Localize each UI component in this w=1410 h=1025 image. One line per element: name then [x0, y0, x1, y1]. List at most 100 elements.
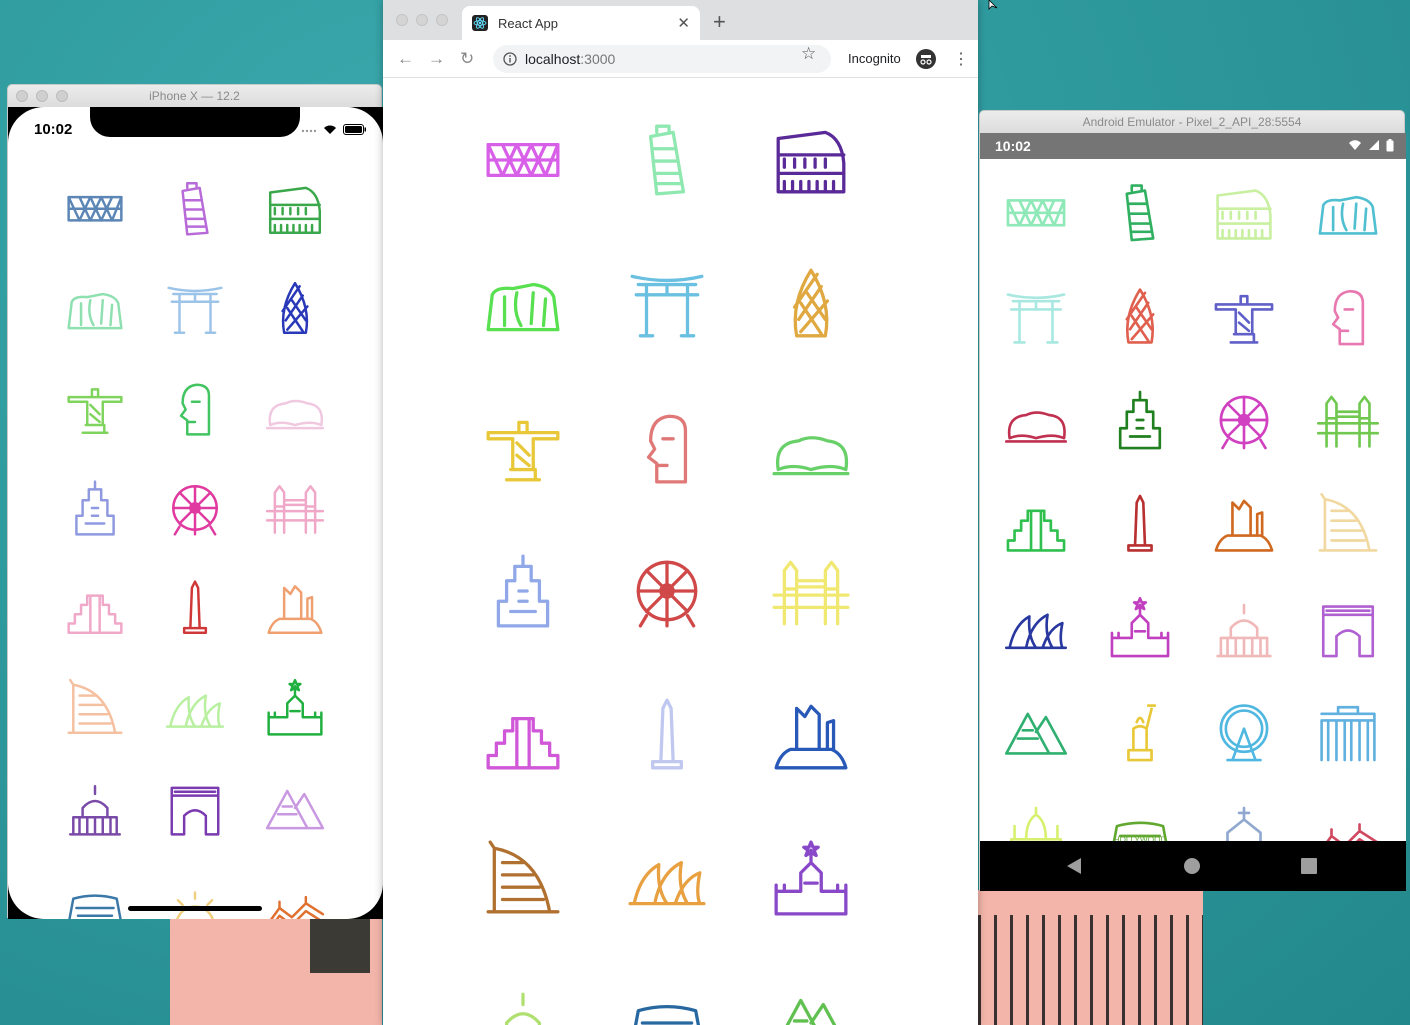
tab-react-app[interactable]: React App ✕	[462, 6, 700, 40]
christ-redeemer-icon-glyph	[1214, 294, 1274, 344]
browser-menu-button[interactable]: ⋮	[953, 49, 969, 69]
ios-simulator-titlebar[interactable]: iPhone X — 12.2	[8, 85, 381, 107]
tower-bridge-icon	[1315, 387, 1381, 453]
sunrise-icon-glyph	[176, 891, 214, 919]
android-emulator-window: Android Emulator - Pixel_2_API_28:5554 1…	[979, 110, 1406, 891]
tab-close-icon[interactable]: ✕	[677, 14, 690, 32]
pyramid-temple-icon-glyph	[486, 716, 560, 770]
capitol-icon-glyph	[1216, 603, 1272, 658]
close-window-button[interactable]	[396, 14, 408, 26]
sydney-opera-icon-glyph	[628, 860, 706, 906]
pyramid-temple-icon-glyph	[1006, 509, 1066, 552]
empire-state-icon-glyph	[75, 480, 115, 536]
rock-arch-icon-glyph	[267, 585, 323, 635]
gherkin-tower-icon-glyph	[1125, 288, 1155, 344]
minimize-window-button[interactable]	[416, 14, 428, 26]
pyramid-temple-icon	[64, 577, 126, 639]
burj-al-arab-icon-glyph	[486, 840, 560, 914]
uluru-icon	[482, 262, 564, 344]
window-controls	[396, 14, 448, 26]
rock-arch-icon-glyph	[774, 704, 848, 770]
browser-window: React App ✕ + ← → ↻ localhost:3000 ☆ Inc…	[383, 0, 978, 1025]
church-icon-glyph	[1226, 806, 1262, 841]
cloud-gate-icon	[770, 406, 852, 488]
rock-arch-icon-glyph	[1214, 499, 1274, 552]
zoom-window-button[interactable]	[436, 14, 448, 26]
incognito-label: Incognito	[848, 51, 901, 66]
christ-redeemer-icon	[1211, 283, 1277, 349]
incognito-indicator[interactable]: Incognito	[848, 51, 901, 66]
forward-button[interactable]: →	[428, 49, 445, 69]
android-screen: HOLLYWOOD	[980, 159, 1406, 841]
iphone-device: 10:02	[8, 107, 383, 919]
browser-tabstrip: React App ✕ +	[383, 0, 978, 40]
sunrise-icon	[164, 877, 226, 919]
obelisk-icon	[626, 694, 708, 776]
atomium-icon	[1211, 387, 1277, 453]
hollywood-sign-icon-glyph	[633, 1004, 701, 1025]
new-tab-button[interactable]: +	[713, 9, 726, 35]
home-indicator[interactable]	[128, 906, 262, 911]
back-button[interactable]: ←	[397, 49, 414, 69]
android-emulator-titlebar[interactable]: Android Emulator - Pixel_2_API_28:5554	[980, 111, 1404, 133]
pyramids-icon-glyph	[265, 789, 325, 830]
pyramid-temple-icon-glyph	[67, 594, 123, 635]
taj-mahal-icon	[1003, 803, 1069, 841]
sydney-opera-icon	[626, 838, 708, 920]
pyramids-icon-glyph	[1004, 712, 1068, 755]
rock-arch-icon	[1211, 491, 1277, 557]
bookmark-star-icon[interactable]: ☆	[801, 44, 816, 64]
kremlin-icon	[1107, 595, 1173, 661]
recents-nav-icon[interactable]	[1301, 858, 1317, 874]
battery-icon	[343, 123, 366, 135]
louvre-icon-glyph	[486, 143, 560, 178]
louvre-icon	[1003, 179, 1069, 245]
moai-icon-glyph	[179, 383, 211, 436]
ios-simulator-window: iPhone X — 12.2 10:02	[7, 84, 383, 919]
sydney-opera-icon-glyph	[1004, 613, 1068, 650]
burj-al-arab-icon-glyph	[1318, 492, 1378, 552]
home-nav-icon[interactable]	[1183, 857, 1201, 875]
taj-mahal-icon-glyph	[1009, 806, 1063, 841]
ios-status-icons	[301, 123, 367, 135]
rock-arch-icon	[264, 577, 326, 639]
rock-arch-icon	[770, 694, 852, 776]
arc-de-triomphe-icon	[164, 777, 226, 839]
capitol-icon-glyph	[68, 785, 122, 836]
back-nav-icon[interactable]	[1066, 857, 1082, 875]
christ-redeemer-icon-glyph	[486, 420, 560, 482]
mouse-cursor-icon	[988, 0, 998, 10]
burj-al-arab-icon-glyph	[67, 678, 123, 735]
signal-icon	[301, 129, 317, 133]
louvre-icon	[482, 118, 564, 200]
brandenburg-gate-icon-glyph	[1320, 705, 1376, 762]
great-wall-icon	[1315, 803, 1381, 841]
colosseum-icon	[770, 118, 852, 200]
pyramids-icon-glyph	[785, 998, 837, 1025]
uluru-icon-glyph	[1318, 195, 1378, 235]
gherkin-tower-icon-glyph	[281, 281, 309, 335]
gherkin-tower-icon	[264, 277, 326, 339]
church-icon	[1211, 803, 1277, 841]
pisa-tower-icon	[1107, 179, 1173, 245]
web-content	[383, 78, 978, 1025]
torii-gate-icon	[626, 262, 708, 344]
empire-state-icon-glyph	[1118, 390, 1162, 450]
atomium-icon-glyph	[636, 560, 698, 628]
tower-bridge-icon	[770, 550, 852, 632]
android-nav-bar	[980, 841, 1406, 891]
louvre-icon-glyph	[1006, 199, 1066, 227]
reload-button[interactable]: ↻	[460, 49, 474, 69]
browser-icon-grid	[482, 118, 852, 1025]
android-status-bar: 10:02	[980, 133, 1406, 159]
incognito-icon	[916, 49, 936, 69]
address-bar[interactable]: localhost:3000	[493, 45, 831, 73]
torii-gate-icon	[164, 277, 226, 339]
pisa-tower-icon-glyph	[648, 124, 686, 196]
colosseum-icon-glyph	[776, 130, 846, 194]
gherkin-tower-icon-glyph	[792, 268, 830, 338]
christ-redeemer-icon	[64, 377, 126, 439]
pisa-tower-icon-glyph	[181, 181, 209, 236]
atomium-icon	[626, 550, 708, 632]
android-icon-grid: HOLLYWOOD	[1003, 179, 1381, 841]
